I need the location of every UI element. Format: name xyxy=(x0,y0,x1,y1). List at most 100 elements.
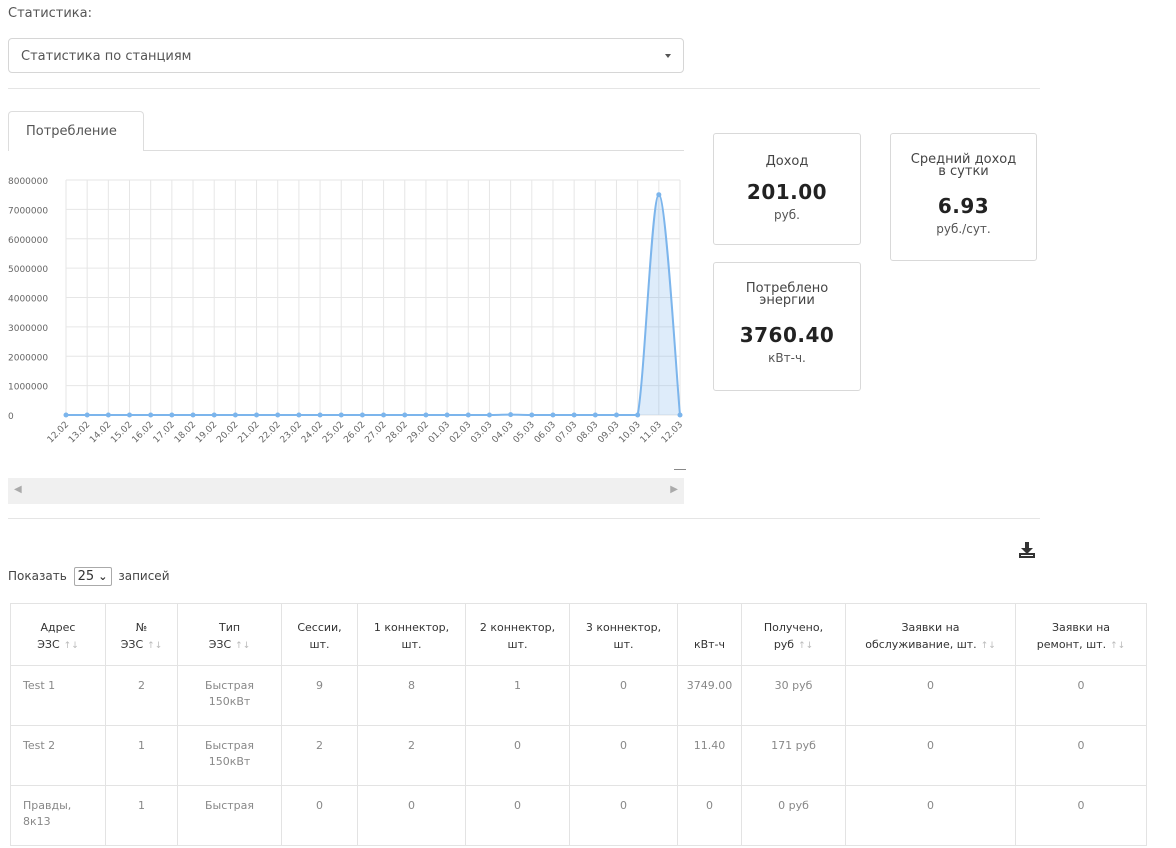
x-tick-label: 07.03 xyxy=(554,420,579,445)
x-tick-label: 11.03 xyxy=(639,420,664,445)
header-line: Получено, xyxy=(763,621,824,634)
cell-received: 171 руб xyxy=(741,725,846,786)
cell-kwh: 11.40 xyxy=(677,725,742,786)
income-card-title: Доход xyxy=(765,154,809,169)
income-card: Доход 201.00 руб. xyxy=(713,133,861,245)
column-header-repair-requests[interactable]: Заявки на ремонт, шт. ↑↓ xyxy=(1015,603,1147,666)
header-line: 2 коннектор, xyxy=(479,621,556,634)
column-header-type[interactable]: Тип ЭЗС ↑↓ xyxy=(177,603,282,666)
type-line: Быстрая xyxy=(204,679,255,692)
y-tick-label: 0 xyxy=(8,412,14,422)
page-size-control: Показать 25 ⌄ записей xyxy=(8,567,170,586)
table-row[interactable]: Правды, 8к13 1 Быстрая 0 0 0 0 0 0 руб 0 … xyxy=(10,785,1147,846)
download-icon[interactable] xyxy=(1018,541,1036,559)
chart-scrollbar[interactable]: ◀ ▶ xyxy=(8,478,684,504)
sort-icon[interactable]: ↑↓ xyxy=(235,641,250,651)
column-header-connector1[interactable]: 1 коннектор, шт. xyxy=(357,603,466,666)
tab-underline xyxy=(143,150,684,151)
chevron-down-icon xyxy=(665,54,671,58)
column-header-kwh[interactable]: кВт-ч xyxy=(677,603,742,666)
avg-income-card-unit: руб./сут. xyxy=(936,222,991,236)
column-header-address[interactable]: Адрес ЭЗС ↑↓ xyxy=(10,603,106,666)
header-line: 1 коннектор, xyxy=(373,621,450,634)
header-line: Сессии, xyxy=(297,621,342,634)
sort-icon[interactable]: ↑↓ xyxy=(64,641,79,651)
data-point xyxy=(232,412,238,418)
energy-title-line2: энергии xyxy=(759,293,815,308)
cell-number: 1 xyxy=(105,785,178,846)
x-tick-label: 26.02 xyxy=(342,420,367,445)
header-line: шт. xyxy=(401,638,422,651)
avg-income-card: Средний доход в сутки 6.93 руб./сут. xyxy=(890,133,1037,261)
stations-table: Адрес ЭЗС ↑↓ № ЭЗС ↑↓ Тип ЭЗС ↑↓ Сессии, шт. 1 … xyxy=(10,603,1147,846)
y-tick-label: 3000000 xyxy=(8,324,48,334)
x-tick-label: 25.02 xyxy=(321,420,346,445)
energy-card: Потреблено энергии 3760.40 кВт-ч. xyxy=(713,262,861,391)
cell-kwh: 0 xyxy=(677,785,742,846)
x-tick-label: 23.02 xyxy=(279,420,304,445)
column-header-connector2[interactable]: 2 коннектор, шт. xyxy=(465,603,570,666)
data-point xyxy=(571,412,577,418)
scroll-right-icon[interactable]: ▶ xyxy=(670,484,678,495)
data-point xyxy=(381,412,387,418)
x-tick-label: 12.02 xyxy=(46,420,71,445)
header-line: обслуживание, шт. xyxy=(865,638,977,651)
y-tick-label: 6000000 xyxy=(8,236,48,246)
statistics-label: Статистика: xyxy=(8,6,93,21)
header-line: шт. xyxy=(613,638,634,651)
x-tick-label: 04.03 xyxy=(490,420,515,445)
y-tick-label: 8000000 xyxy=(8,177,48,187)
sort-icon[interactable]: ↑↓ xyxy=(798,641,813,651)
data-point xyxy=(254,412,260,418)
data-point xyxy=(127,412,133,418)
table-row[interactable]: Test 1 2 Быстрая 150кВт 9 8 1 0 3749.00 3… xyxy=(10,665,1147,726)
data-point xyxy=(486,412,492,418)
column-header-number[interactable]: № ЭЗС ↑↓ xyxy=(105,603,178,666)
y-tick-label: 4000000 xyxy=(8,295,48,305)
x-tick-label: 12.03 xyxy=(660,420,684,445)
x-tick-label: 18.02 xyxy=(173,420,198,445)
tab-consumption[interactable]: Потребление xyxy=(8,111,144,151)
avg-income-card-title: Средний доход в сутки xyxy=(891,153,1036,178)
scroll-left-icon[interactable]: ◀ xyxy=(14,484,22,495)
column-header-connector3[interactable]: 3 коннектор, шт. xyxy=(569,603,678,666)
table-row[interactable]: Test 2 1 Быстрая 150кВт 2 2 0 0 11.40 171… xyxy=(10,725,1147,786)
page-size-select[interactable]: 25 ⌄ xyxy=(73,567,112,586)
page-size-value: 25 xyxy=(77,569,95,584)
statistics-select[interactable]: Статистика по станциям xyxy=(8,38,684,73)
data-point xyxy=(338,412,344,418)
header-line: Заявки на xyxy=(901,621,960,634)
x-tick-label: 20.02 xyxy=(215,420,240,445)
cell-connector2: 0 xyxy=(465,785,570,846)
header-line: 3 коннектор, xyxy=(585,621,662,634)
cell-number: 2 xyxy=(105,665,178,726)
cell-number: 1 xyxy=(105,725,178,786)
x-tick-label: 10.03 xyxy=(617,420,642,445)
x-tick-label: 15.02 xyxy=(109,420,134,445)
x-tick-label: 21.02 xyxy=(236,420,261,445)
sort-icon[interactable]: ↑↓ xyxy=(1110,641,1125,651)
x-tick-label: 19.02 xyxy=(194,420,219,445)
column-header-sessions[interactable]: Сессии, шт. xyxy=(281,603,358,666)
income-card-unit: руб. xyxy=(774,208,800,222)
data-point xyxy=(148,412,154,418)
y-tick-label: 2000000 xyxy=(8,353,48,363)
cell-sessions: 2 xyxy=(281,725,358,786)
x-tick-label: 06.03 xyxy=(533,420,558,445)
column-header-received[interactable]: Получено, руб ↑↓ xyxy=(741,603,846,666)
data-point xyxy=(508,412,514,418)
table-header-row: Адрес ЭЗС ↑↓ № ЭЗС ↑↓ Тип ЭЗС ↑↓ Сессии, шт. 1 … xyxy=(10,603,1147,666)
cell-received: 0 руб xyxy=(741,785,846,846)
header-line: ЭЗС xyxy=(120,638,144,651)
sort-icon[interactable]: ↑↓ xyxy=(981,641,996,651)
cell-service-requests: 0 xyxy=(845,665,1016,726)
data-point xyxy=(444,412,450,418)
x-tick-label: 05.03 xyxy=(512,420,537,445)
cell-kwh: 3749.00 xyxy=(677,665,742,726)
data-point xyxy=(613,412,619,418)
data-point xyxy=(190,412,196,418)
header-line: № xyxy=(135,621,148,634)
cell-connector1: 2 xyxy=(357,725,466,786)
column-header-service-requests[interactable]: Заявки на обслуживание, шт. ↑↓ xyxy=(845,603,1016,666)
sort-icon[interactable]: ↑↓ xyxy=(147,641,162,651)
